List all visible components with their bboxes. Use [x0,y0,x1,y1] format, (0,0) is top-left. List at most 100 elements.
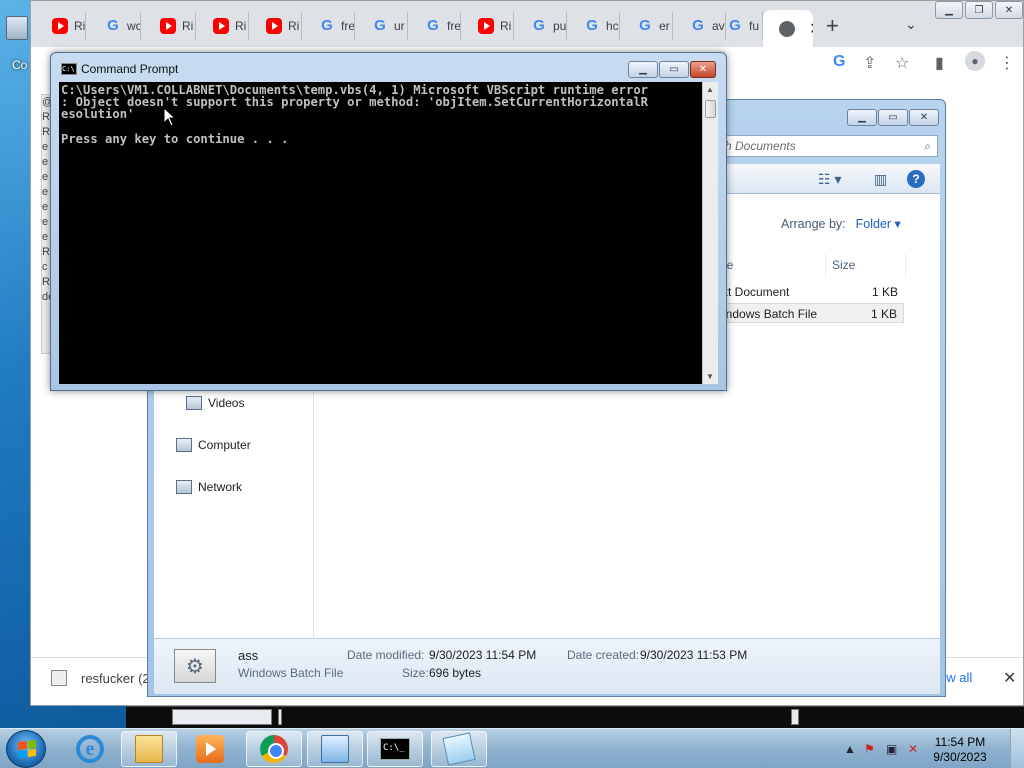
column-header-type[interactable]: pe [714,254,826,278]
tab-search-button[interactable]: ⌄ [905,16,917,33]
tab-7[interactable]: Gur [356,12,408,40]
search-icon: ⌕ [924,139,931,153]
search-input[interactable]: rch Documents ⌕ [708,135,938,157]
google-icon: G [692,17,704,34]
close-button[interactable]: ✕ [690,61,716,78]
details-size-value: 696 bytes [429,666,482,680]
download-item[interactable]: resfucker (2 [51,670,150,686]
tab-label: Ri [288,19,300,33]
maximize-button[interactable]: ▭ [878,109,908,126]
tab-11[interactable]: Ghc [568,12,620,40]
nav-item-label: Network [198,480,243,494]
close-tab-icon[interactable]: ✕ [809,19,813,39]
menu-icon[interactable]: ⋮ [999,53,1015,73]
youtube-icon [160,18,176,34]
console-output[interactable]: C:\Users\VM1.COLLABNET\Documents\temp.vb… [59,82,702,384]
nav-item-network[interactable]: Network [176,480,242,494]
google-lens-icon[interactable]: G [833,53,845,71]
preview-pane-icon[interactable]: ▥ [874,171,887,188]
file-type: xt Document [722,285,790,299]
window-title: C:\ Command Prompt [61,62,178,76]
tab-label: Ri [500,19,512,33]
help-icon[interactable]: ? [907,170,925,188]
vertical-scrollbar[interactable]: ▲ ▼ [702,82,718,384]
side-panel-icon[interactable]: ▮ [935,53,944,73]
nav-item-videos[interactable]: Videos [186,396,244,410]
details-created-value: 9/30/2023 11:53 PM [640,648,748,662]
tab-8[interactable]: Gfre [409,12,461,40]
tab-5[interactable]: Ri [250,12,302,40]
computer-icon [176,438,192,452]
column-header-size[interactable]: Size [826,254,906,278]
window-preview[interactable] [791,709,799,725]
taskbar-internet-explorer[interactable]: e [62,731,118,767]
taskbar-control-panel[interactable] [307,731,363,767]
show-desktop-button[interactable] [1010,729,1024,768]
cmd-window-controls: ▁ ▭ ✕ [627,61,716,78]
youtube-icon [478,18,494,34]
command-prompt-icon: C:\_ [380,738,410,760]
batch-file-icon: ⚙ [174,649,216,683]
taskbar-media-player[interactable] [182,731,238,767]
scroll-up-icon[interactable]: ▲ [706,85,714,94]
desktop-icon-label: Co [12,58,28,72]
maximize-button[interactable]: ▭ [659,61,689,78]
tab-label: wc [127,19,141,33]
google-icon: G [729,17,741,34]
youtube-icon [52,18,68,34]
google-icon: G [586,17,598,34]
google-icon: G [321,17,333,34]
action-center-icon[interactable]: ⚑ [864,742,875,756]
share-icon[interactable]: ⇪ [863,53,876,73]
minimize-button[interactable]: ▁ [935,1,963,19]
restore-button[interactable]: ❐ [965,1,993,19]
tab-1[interactable]: Ri [36,12,86,40]
explorer-window-controls: ▁ ▭ ✕ [846,109,939,126]
network-icon[interactable]: ▣ [886,742,897,756]
close-button[interactable]: ✕ [995,1,1023,19]
tab-9[interactable]: Ri [462,12,514,40]
globe-icon [779,20,795,37]
tab-6[interactable]: Gfre [303,12,355,40]
taskbar-notepad[interactable] [431,731,487,767]
computer-icon [6,16,28,40]
nav-item-computer[interactable]: Computer [176,438,251,452]
scroll-down-icon[interactable]: ▼ [706,372,714,381]
tab-4[interactable]: Ri [197,12,249,40]
volume-muted-icon[interactable]: ✕ [908,742,918,756]
tab-12[interactable]: Ger [621,12,673,40]
window-preview[interactable] [172,709,272,725]
tab-2[interactable]: Gwc [89,12,141,40]
views-icon[interactable]: ☷ ▾ [818,171,841,188]
folder-icon [135,735,163,763]
minimize-button[interactable]: ▁ [847,109,877,126]
tab-3[interactable]: Ri [144,12,196,40]
tab-label: fre [447,19,461,33]
command-prompt-icon: C:\ [61,63,77,75]
profile-avatar-icon[interactable]: ● [965,51,985,71]
window-preview[interactable] [278,709,282,725]
taskbar-command-prompt[interactable]: C:\_ [367,731,423,767]
arrange-label: Arrange by: [781,217,846,231]
desktop-icon-computer[interactable]: Co [4,16,30,72]
details-created-label: Date created: [567,648,640,662]
arrange-dropdown[interactable]: Folder [856,217,901,231]
taskbar-file-explorer[interactable] [121,731,177,767]
new-tab-button[interactable]: + [826,15,839,37]
download-bar-close-icon[interactable]: ✕ [1003,668,1016,688]
taskbar-google-chrome[interactable] [246,731,302,767]
show-hidden-icons-icon[interactable]: ▲ [844,742,856,756]
tab-14[interactable]: Gfu [711,12,763,40]
close-button[interactable]: ✕ [909,109,939,126]
details-file-type: Windows Batch File [238,666,344,680]
clock[interactable]: 11:54 PM 9/30/2023 [920,735,1000,765]
tab-active[interactable]: ✕ [763,10,813,47]
tab-label: hc [606,19,619,33]
arrange-by: Arrange by: Folder [781,216,901,231]
minimize-button[interactable]: ▁ [628,61,658,78]
scrollbar-thumb[interactable] [705,100,716,118]
tab-10[interactable]: Gpu [515,12,567,40]
bookmark-star-icon[interactable]: ☆ [895,53,909,73]
start-button[interactable] [6,730,46,768]
details-size-label: Size: [402,666,429,680]
